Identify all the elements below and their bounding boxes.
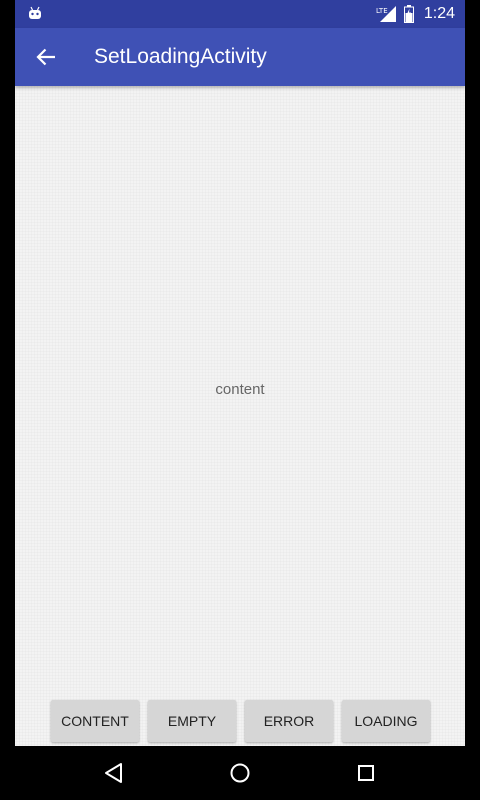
content-button[interactable]: CONTENT [51, 700, 139, 742]
android-icon [29, 6, 41, 19]
navigation-bar [0, 746, 480, 800]
battery-icon [403, 5, 414, 23]
empty-button[interactable]: EMPTY [148, 700, 236, 742]
recents-square-icon [358, 765, 374, 781]
screen: LTE 1:24 SetLoadingActivity content CONT… [0, 0, 480, 800]
home-circle-icon [230, 763, 250, 783]
content-text: content [215, 381, 265, 398]
nav-home-button[interactable] [227, 760, 253, 786]
loading-button[interactable]: LOADING [342, 700, 430, 742]
status-time: 1:24 [423, 5, 455, 22]
back-button[interactable] [29, 40, 63, 74]
nav-back-button[interactable] [101, 760, 127, 786]
arrow-back-icon [36, 48, 55, 66]
back-triangle-icon [105, 763, 122, 783]
button-row: CONTENT EMPTY ERROR LOADING [51, 700, 430, 742]
error-button[interactable]: ERROR [245, 700, 333, 742]
lte-signal-icon: LTE [376, 6, 396, 22]
status-icons: LTE 1:24 [376, 0, 455, 28]
app-title: SetLoadingActivity [94, 45, 267, 68]
app-bar: SetLoadingActivity [15, 28, 465, 86]
nav-recents-button[interactable] [353, 760, 379, 786]
status-bar: LTE 1:24 [15, 0, 465, 28]
content-area: content CONTENT EMPTY ERROR LOADING [15, 86, 465, 746]
network-label: LTE [376, 7, 388, 15]
